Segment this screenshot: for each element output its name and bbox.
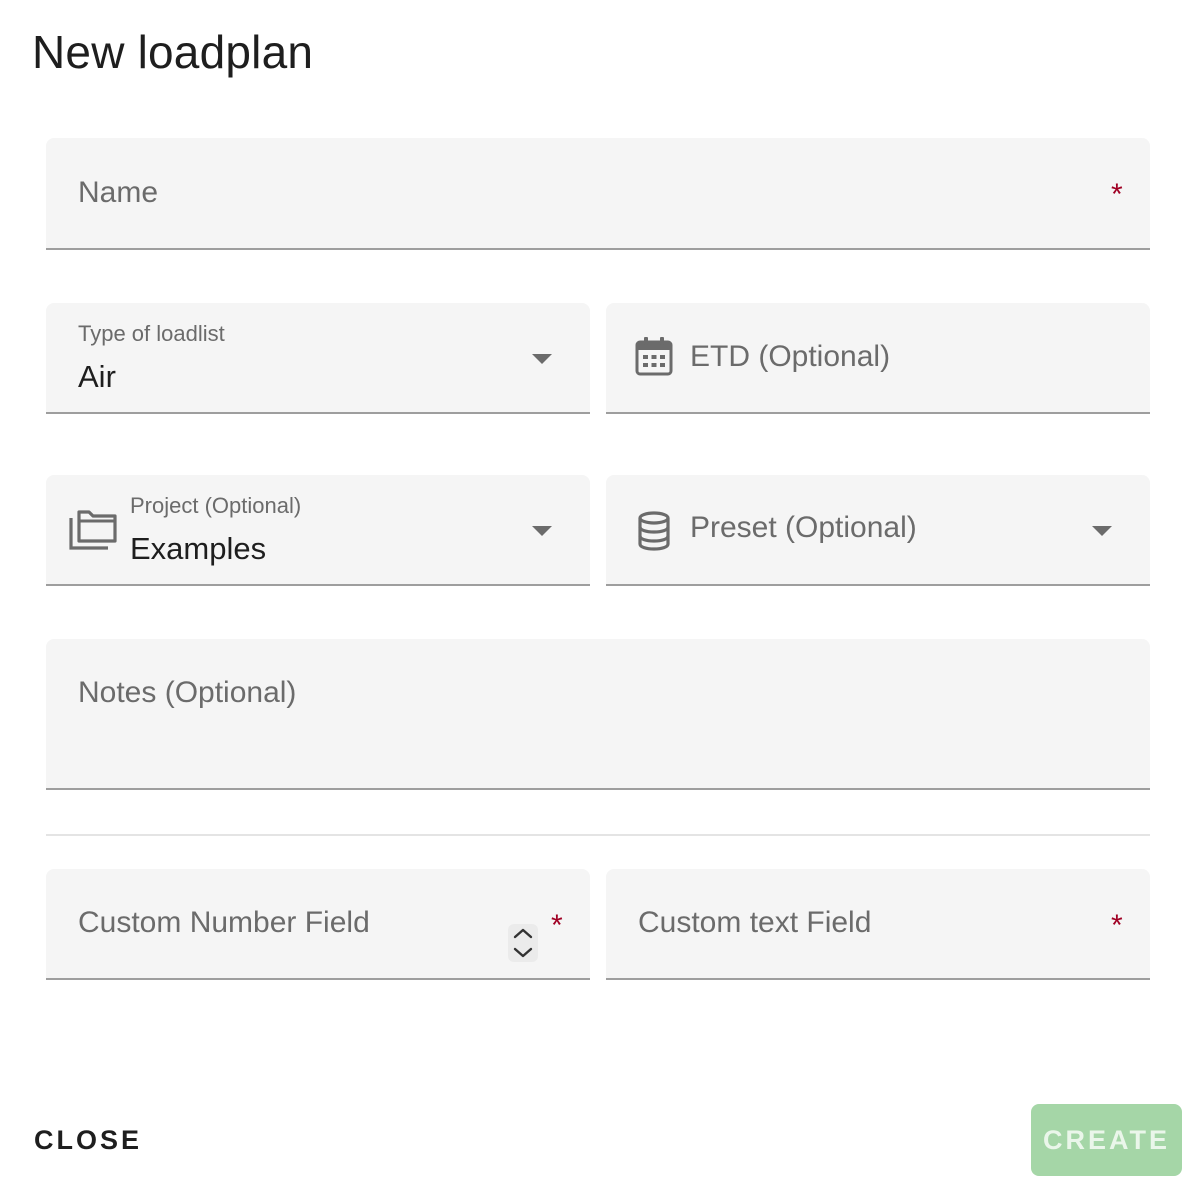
type-of-loadlist-value: Air xyxy=(78,359,116,394)
preset-select[interactable]: Preset (Optional) xyxy=(606,475,1150,586)
create-button[interactable]: CREATE xyxy=(1031,1104,1182,1176)
chevron-down-icon xyxy=(532,354,552,364)
dialog-title: New loadplan xyxy=(32,26,314,78)
chevron-down-icon[interactable] xyxy=(508,943,538,962)
custom-text-field[interactable]: Custom text Field * xyxy=(606,869,1150,980)
type-of-loadlist-select[interactable]: Type of loadlist Air xyxy=(46,303,590,414)
database-icon xyxy=(638,511,670,551)
close-button[interactable]: CLOSE xyxy=(14,1110,162,1170)
chevron-down-icon xyxy=(1092,526,1112,536)
notes-placeholder: Notes (Optional) xyxy=(78,676,297,709)
name-field[interactable]: Name * xyxy=(46,138,1150,250)
custom-number-field[interactable]: Custom Number Field * xyxy=(46,869,590,980)
name-placeholder: Name xyxy=(78,176,159,209)
etd-date-field[interactable]: ETD (Optional) xyxy=(606,303,1150,414)
folder-stack-icon xyxy=(69,510,117,550)
project-select[interactable]: Project (Optional) Examples xyxy=(46,475,590,586)
calendar-icon[interactable] xyxy=(635,336,673,376)
name-required-mark: * xyxy=(1111,178,1123,211)
project-value: Examples xyxy=(130,531,267,566)
etd-placeholder: ETD (Optional) xyxy=(690,340,891,373)
type-of-loadlist-label: Type of loadlist xyxy=(78,321,225,346)
notes-textarea[interactable]: Notes (Optional) xyxy=(46,639,1150,790)
number-stepper[interactable] xyxy=(508,924,538,962)
section-divider xyxy=(46,834,1150,836)
chevron-down-icon xyxy=(532,526,552,536)
custom-number-required-mark: * xyxy=(551,909,563,942)
preset-placeholder: Preset (Optional) xyxy=(690,511,917,544)
project-label: Project (Optional) xyxy=(130,493,302,518)
custom-text-placeholder: Custom text Field xyxy=(638,906,872,939)
custom-text-required-mark: * xyxy=(1111,909,1123,942)
custom-number-placeholder: Custom Number Field xyxy=(78,906,370,939)
chevron-up-icon[interactable] xyxy=(508,924,538,943)
